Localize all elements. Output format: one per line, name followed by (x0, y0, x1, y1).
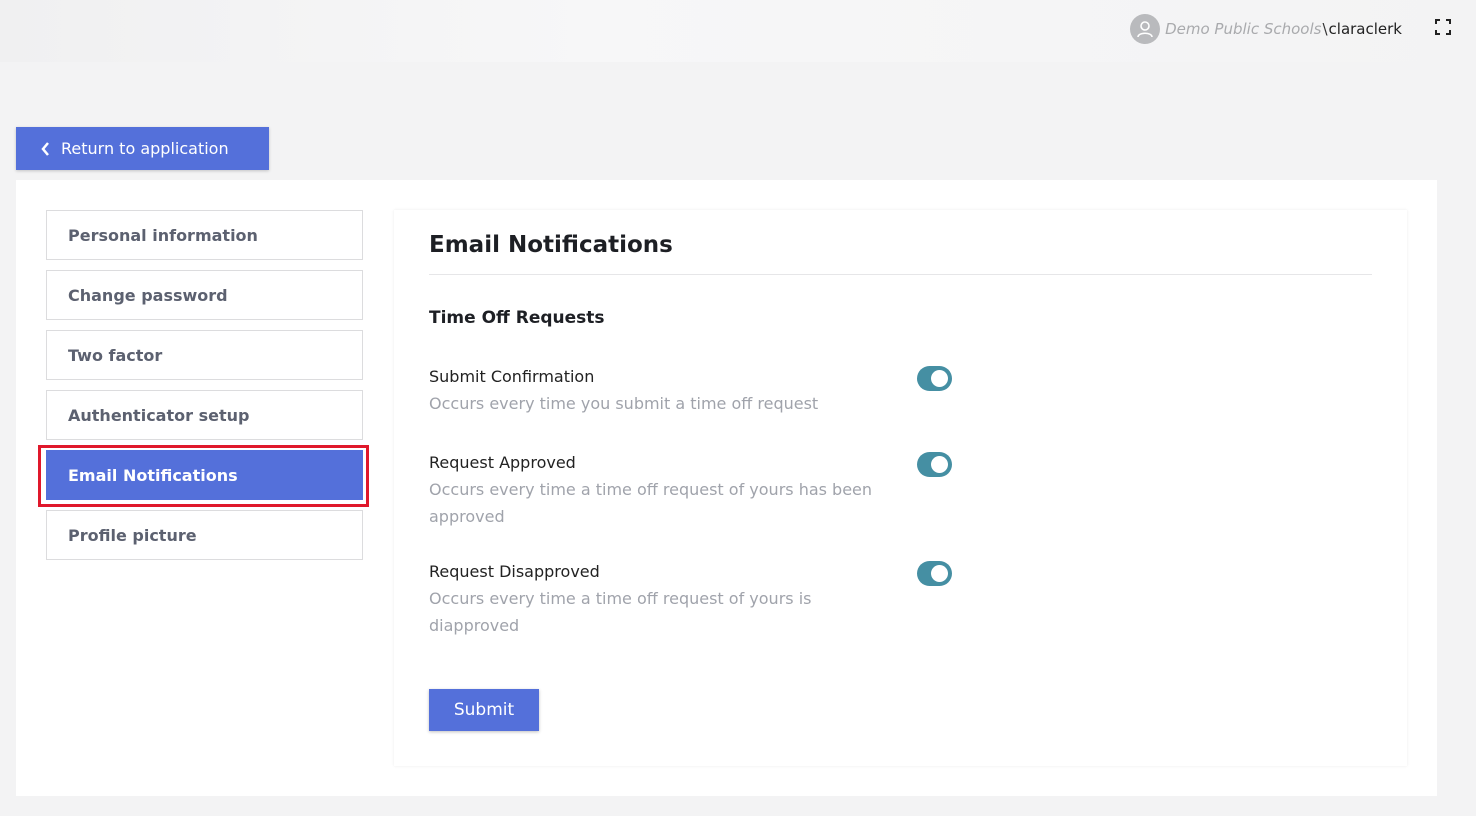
section-title: Time Off Requests (429, 308, 605, 328)
settings-nav: Personal information Change password Two… (38, 210, 369, 570)
return-to-application-button[interactable]: Return to application (16, 127, 269, 170)
notification-request-disapproved: Request Disapproved Occurs every time a … (429, 559, 874, 639)
nav-item-label: Two factor (68, 345, 163, 365)
notification-title: Submit Confirmation (429, 367, 595, 386)
org-user-separator: \ (1322, 20, 1328, 38)
toggle-knob (931, 565, 948, 582)
user-area[interactable]: Demo Public Schools \ claraclerk (1130, 14, 1402, 44)
toggle-request-approved[interactable] (917, 452, 952, 477)
toggle-knob (931, 370, 948, 387)
nav-item-label: Authenticator setup (68, 405, 250, 425)
toggle-submit-confirmation[interactable] (917, 366, 952, 391)
nav-item-label: Email Notifications (68, 465, 238, 485)
top-bar: Demo Public Schools \ claraclerk (0, 0, 1476, 62)
notification-description: Occurs every time a time off request of … (429, 589, 812, 635)
nav-item-profile-picture[interactable]: Profile picture (46, 510, 363, 560)
notification-submit-confirmation: Submit Confirmation Occurs every time yo… (429, 364, 874, 417)
chevron-left-icon (40, 141, 51, 157)
notification-description: Occurs every time a time off request of … (429, 480, 873, 526)
notification-description: Occurs every time you submit a time off … (429, 394, 819, 413)
nav-item-personal-information[interactable]: Personal information (46, 210, 363, 260)
nav-item-two-factor[interactable]: Two factor (46, 330, 363, 380)
org-name: Demo Public Schools (1165, 20, 1322, 38)
username: claraclerk (1328, 20, 1402, 38)
submit-button[interactable]: Submit (429, 689, 539, 731)
page-title: Email Notifications (429, 232, 673, 258)
title-divider (429, 274, 1372, 275)
settings-card: Personal information Change password Two… (16, 180, 1437, 796)
toggle-knob (931, 456, 948, 473)
nav-item-label: Profile picture (68, 525, 197, 545)
email-notifications-panel: Email Notifications Time Off Requests Su… (394, 210, 1407, 766)
toggle-request-disapproved[interactable] (917, 561, 952, 586)
return-button-label: Return to application (61, 139, 229, 158)
nav-item-change-password[interactable]: Change password (46, 270, 363, 320)
user-avatar-icon (1130, 14, 1161, 44)
fullscreen-icon[interactable] (1434, 18, 1452, 36)
nav-item-email-notifications[interactable]: Email Notifications (38, 445, 369, 507)
notification-title: Request Disapproved (429, 562, 600, 581)
nav-item-authenticator-setup[interactable]: Authenticator setup (46, 390, 363, 440)
nav-item-label: Personal information (68, 225, 258, 245)
notification-request-approved: Request Approved Occurs every time a tim… (429, 450, 874, 530)
nav-item-label: Change password (68, 285, 228, 305)
notification-title: Request Approved (429, 453, 576, 472)
